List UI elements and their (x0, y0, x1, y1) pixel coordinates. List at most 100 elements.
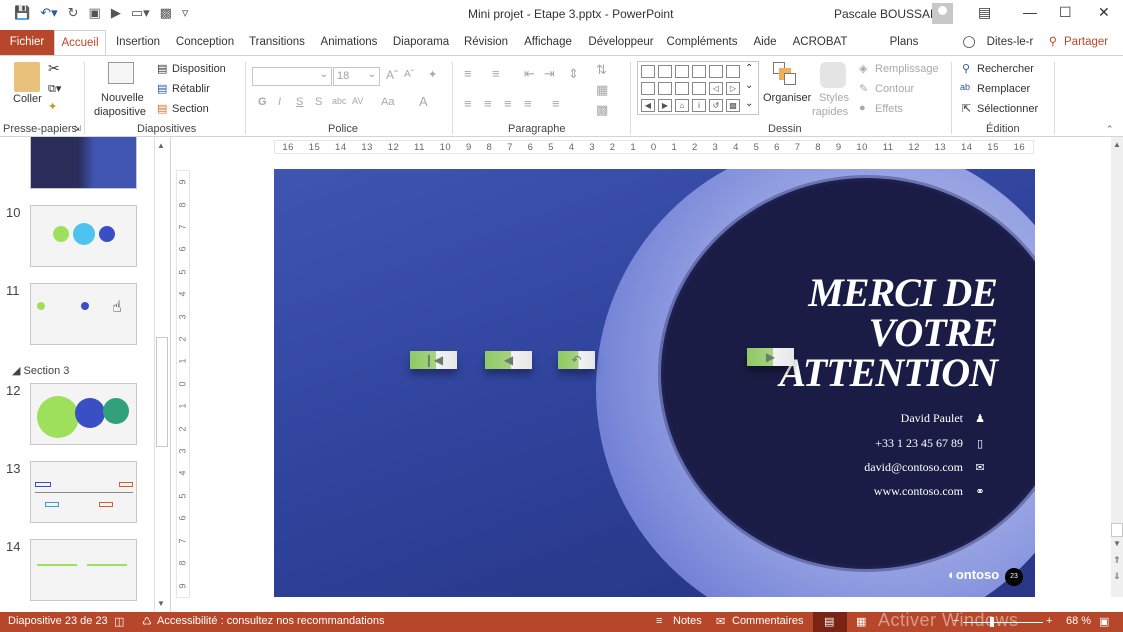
smartart-icon[interactable]: ▩ (596, 102, 608, 118)
zoom-in-icon[interactable]: + (1046, 615, 1052, 627)
scroll-down-icon[interactable]: ▼ (157, 599, 165, 608)
contact-website[interactable]: www.contoso.com ⚭ (874, 484, 987, 499)
slide-thumbnail-13[interactable] (30, 461, 137, 523)
user-name[interactable]: Pascale BOUSSARD (834, 7, 947, 21)
clear-formatting-icon[interactable]: ✦ (428, 68, 437, 81)
copy-icon[interactable]: ⧉▾ (48, 82, 61, 96)
contact-phone[interactable]: +33 1 23 45 67 89 ▯ (875, 436, 987, 451)
columns-icon[interactable]: ≡ (552, 96, 560, 111)
decrease-indent-icon[interactable]: ⇤ (524, 66, 535, 82)
shape-connector-icon[interactable] (658, 65, 672, 78)
character-spacing-button[interactable]: AV (352, 96, 363, 106)
shape-connector-icon[interactable] (692, 82, 706, 95)
replace-button[interactable]: Remplacer (977, 83, 1030, 95)
normal-view-button[interactable]: ▤ (813, 612, 847, 632)
align-text-icon[interactable]: ▦ (596, 82, 608, 98)
slide-thumbnail-14[interactable] (30, 539, 137, 601)
action-button-home-icon[interactable]: ⌂ (675, 99, 689, 112)
shape-connector-icon[interactable] (692, 65, 706, 78)
fill-button[interactable]: Remplissage (875, 63, 939, 75)
shape-connector-icon[interactable] (675, 82, 689, 95)
next-slide-button[interactable]: ▶ (747, 348, 794, 366)
notes-button[interactable]: Notes (673, 615, 702, 627)
bold-button[interactable]: G (258, 96, 267, 108)
strikethrough-button[interactable]: abc (332, 96, 347, 106)
slide-sorter-icon[interactable]: ▦ (856, 615, 866, 628)
new-slide-icon[interactable] (108, 62, 134, 84)
slide-title[interactable]: MERCI DE VOTRE ATTENTION (779, 273, 998, 393)
align-left-icon[interactable]: ≡ (464, 96, 472, 111)
cut-icon[interactable]: ✂ (48, 60, 60, 77)
customize-qat-icon[interactable]: ▿ (182, 5, 189, 21)
editor-scrollbar[interactable]: ▲ ▼ ⇑ ⇓ (1111, 137, 1123, 597)
format-icon[interactable]: ▩ (160, 5, 172, 21)
shape-connector-icon[interactable] (726, 65, 740, 78)
thumbnail-scrollbar[interactable]: ▲ ▼ (154, 137, 168, 612)
shape-connector-icon[interactable] (675, 65, 689, 78)
quick-styles-label-2[interactable]: rapides (812, 106, 848, 118)
shape-connector-icon[interactable] (709, 65, 723, 78)
slide-thumbnail-12[interactable] (30, 383, 137, 445)
action-button-info-icon[interactable]: i (692, 99, 706, 112)
tab-diaporama[interactable]: Diaporama (390, 30, 452, 55)
slide-thumbnail-10[interactable] (30, 205, 137, 267)
quick-styles-label-1[interactable]: Styles (819, 92, 849, 104)
tab-animations[interactable]: Animations (316, 30, 382, 55)
format-painter-icon[interactable]: ✦ (48, 100, 57, 113)
redo-icon[interactable]: ↻ (68, 5, 79, 21)
italic-button[interactable]: I (278, 96, 281, 108)
shadow-button[interactable]: S (315, 96, 322, 108)
minimize-icon[interactable]: — (1023, 4, 1037, 20)
tab-developpeur[interactable]: Développeur (586, 30, 656, 55)
zoom-slider-thumb[interactable] (990, 617, 994, 627)
increase-indent-icon[interactable]: ⇥ (544, 66, 555, 82)
contact-email[interactable]: david@contoso.com ✉ (864, 460, 987, 475)
new-slide-label-2[interactable]: diapositive (94, 106, 146, 118)
bullets-icon[interactable]: ≡ (464, 66, 472, 81)
shape-connector-icon[interactable] (658, 82, 672, 95)
action-button-movie-icon[interactable]: ▩ (726, 99, 740, 112)
next-slide-nav-icon[interactable]: ⇓ (1113, 571, 1121, 582)
scroll-up-icon[interactable]: ▲ (1113, 140, 1121, 149)
scrollbar-thumb[interactable] (156, 337, 168, 447)
align-right-icon[interactable]: ≡ (504, 96, 512, 111)
section-button[interactable]: Section (172, 103, 209, 115)
fit-to-window-icon[interactable]: ▣ (1099, 615, 1109, 628)
share-button[interactable]: Partager (1064, 30, 1108, 55)
action-button-return-icon[interactable]: ↺ (709, 99, 723, 112)
find-button[interactable]: Rechercher (977, 63, 1034, 75)
slide-thumbnail-9[interactable] (30, 137, 137, 189)
return-button[interactable]: ↶ (558, 351, 595, 369)
contact-name[interactable]: David Paulet ♟ (901, 411, 987, 426)
zoom-out-icon[interactable]: − (953, 615, 959, 627)
tab-acrobat[interactable]: ACROBAT (790, 30, 850, 55)
numbering-icon[interactable]: ≡ (492, 66, 500, 81)
action-button-forward-icon[interactable]: ▷ (726, 82, 740, 95)
font-size-field[interactable]: 18 ⌄ (333, 67, 380, 86)
gallery-more-icon[interactable]: ⌄ (745, 98, 753, 109)
scroll-down-icon[interactable]: ▼ (1113, 539, 1121, 548)
maximize-icon[interactable]: ☐ (1059, 4, 1072, 21)
avatar[interactable] (932, 3, 953, 24)
first-slide-button[interactable]: ❙◀ (410, 351, 457, 369)
accessibility-status[interactable]: Accessibilité : consultez nos recommanda… (157, 615, 384, 627)
paste-icon[interactable] (14, 62, 40, 92)
scroll-up-icon[interactable]: ▲ (157, 141, 165, 150)
line-spacing-icon[interactable]: ⇕ (568, 66, 579, 82)
scrollbar-thumb[interactable] (1111, 523, 1123, 537)
tab-plans-conceptuels[interactable]: Plans conceptuels (858, 30, 950, 72)
tab-complements[interactable]: Compléments (664, 30, 740, 55)
tab-aide[interactable]: Aide (748, 30, 782, 55)
accessibility-icon[interactable]: ♺ (142, 615, 152, 628)
select-button[interactable]: Sélectionner (977, 103, 1038, 115)
comments-button[interactable]: Commentaires (732, 615, 804, 627)
tab-insertion[interactable]: Insertion (110, 30, 166, 55)
spell-check-icon[interactable]: ◫ (114, 615, 124, 628)
previous-slide-button[interactable]: ◀ (485, 351, 532, 369)
tell-me-search[interactable]: Dites-le-r (984, 30, 1036, 55)
layout-button[interactable]: Disposition (172, 63, 226, 75)
shrink-font-icon[interactable]: Aˇ (404, 69, 414, 80)
action-button-beginning-icon[interactable]: ◀ (641, 99, 655, 112)
underline-button[interactable]: S (296, 96, 303, 108)
zoom-level[interactable]: 68 % (1066, 615, 1091, 627)
